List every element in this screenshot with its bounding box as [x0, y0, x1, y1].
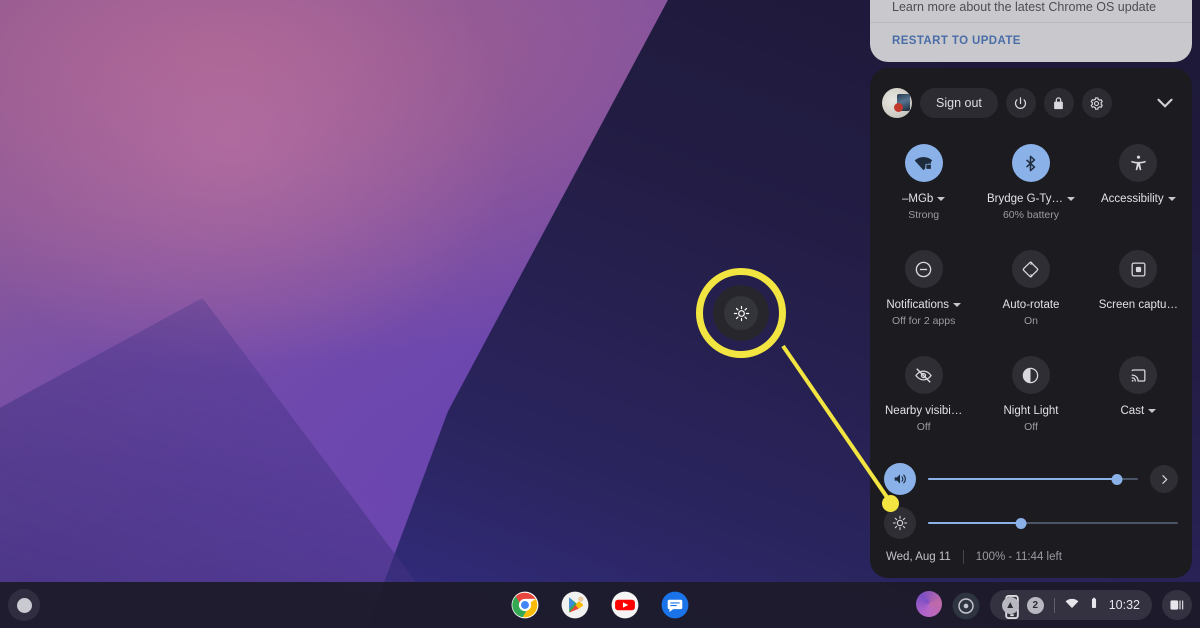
- lock-button[interactable]: [1043, 88, 1074, 118]
- tile-bluetooth[interactable]: Brydge G-Ty… 60% battery: [977, 134, 1084, 240]
- tile-sublabel: Off for 2 apps: [891, 315, 956, 327]
- tile-label: Screen captu…: [1099, 299, 1178, 311]
- nearby-share-off-icon: [904, 356, 943, 394]
- tile-label: Brydge G-Ty…: [986, 193, 1076, 205]
- tile-night-light[interactable]: Night Light Off: [977, 346, 1084, 452]
- volume-slider-track[interactable]: [928, 469, 1138, 489]
- power-button[interactable]: [1005, 88, 1036, 118]
- tile-nearby-visibility[interactable]: Nearby visibi… Off: [870, 346, 977, 452]
- slider-thumb[interactable]: [1111, 473, 1123, 485]
- annotation-icon-inner: [724, 296, 758, 330]
- annotation-endpoint-dot: [882, 495, 899, 512]
- tile-notifications[interactable]: Notifications Off for 2 apps: [870, 240, 977, 346]
- notification-count-badge[interactable]: 2: [1026, 596, 1044, 614]
- tray-divider: [1053, 597, 1055, 613]
- volume-slider-row: [870, 458, 1192, 500]
- tile-screen-capture[interactable]: Screen captu…: [1085, 240, 1192, 346]
- tile-label: Cast: [1121, 405, 1157, 417]
- brightness-slider-track[interactable]: [928, 513, 1178, 533]
- chevron-down-icon[interactable]: [1067, 197, 1076, 201]
- tile-label: Nearby visibi…: [885, 405, 962, 417]
- battery-status-label: 100% - 11:44 left: [975, 551, 1062, 563]
- tile-label: Auto-rotate: [1003, 299, 1060, 311]
- settings-button[interactable]: [1081, 88, 1112, 118]
- auto-rotate-icon: [1011, 250, 1050, 288]
- tile-label-text: Brydge G-Ty…: [986, 193, 1064, 205]
- tile-auto-rotate[interactable]: Auto-rotate On: [977, 240, 1084, 346]
- tile-label-text: Cast: [1120, 405, 1145, 417]
- wallpaper-picker-icon[interactable]: [916, 591, 942, 617]
- notification-title: Learn more about the latest Chrome OS up…: [892, 0, 1157, 14]
- tile-sublabel: 60% battery: [1002, 209, 1060, 221]
- wallpaper-glow: [0, 0, 540, 400]
- cast-icon: [1119, 356, 1158, 394]
- tile-label: –MGb: [902, 193, 946, 205]
- update-available-icon[interactable]: ▲: [1001, 596, 1019, 614]
- shelf-app-list: [511, 591, 689, 619]
- tile-label-text: Accessibility: [1101, 193, 1164, 205]
- battery-icon[interactable]: [1087, 596, 1101, 615]
- tile-label: Night Light: [1004, 405, 1059, 417]
- tile-accessibility[interactable]: Accessibility: [1085, 134, 1192, 240]
- tile-label-text: –MGb: [902, 193, 934, 205]
- quick-settings-footer: Wed, Aug 11 100% - 11:44 left: [870, 536, 1192, 578]
- notification-divider: [870, 22, 1192, 23]
- youtube-app-icon[interactable]: [611, 591, 639, 619]
- tile-cast[interactable]: Cast: [1085, 346, 1192, 452]
- chevron-down-icon[interactable]: [937, 197, 946, 201]
- restart-to-update-button[interactable]: RESTART TO UPDATE: [892, 35, 1021, 47]
- assistant-app-icon[interactable]: [952, 592, 980, 620]
- tile-label-text: Auto-rotate: [1002, 299, 1060, 311]
- night-light-icon: [1011, 356, 1050, 394]
- quick-settings-header: Sign out: [870, 68, 1192, 138]
- tile-sublabel: Off: [916, 421, 931, 433]
- tile-label-text: Night Light: [1003, 405, 1059, 417]
- overview-button[interactable]: [1162, 590, 1192, 620]
- tile-sublabel: Off: [1024, 421, 1038, 433]
- chrome-app-icon[interactable]: [511, 591, 539, 619]
- avatar[interactable]: [882, 88, 912, 118]
- launcher-icon: [16, 597, 32, 613]
- audio-settings-button[interactable]: [1150, 465, 1178, 493]
- tile-label-text: Notifications: [886, 299, 949, 311]
- tile-wifi[interactable]: –MGb Strong: [870, 134, 977, 240]
- tile-sublabel: Strong: [908, 209, 940, 221]
- tile-label-text: Screen captu…: [1098, 299, 1178, 311]
- date-label: Wed, Aug 11: [886, 551, 951, 563]
- play-store-app-icon[interactable]: [561, 591, 589, 619]
- bluetooth-icon: [1011, 144, 1050, 182]
- launcher-button[interactable]: [8, 589, 40, 621]
- quick-settings-panel: Sign out –MGb Strong Brydge G-Ty… 60% ba…: [870, 68, 1192, 578]
- chromeos-desktop: Learn more about the latest Chrome OS up…: [0, 0, 1200, 628]
- chevron-down-icon[interactable]: [1148, 409, 1157, 413]
- quick-settings-tiles: –MGb Strong Brydge G-Ty… 60% battery Acc…: [870, 134, 1192, 452]
- slider-thumb[interactable]: [1015, 517, 1026, 529]
- slider-fill: [928, 478, 1117, 480]
- chevron-down-icon[interactable]: [1152, 90, 1178, 116]
- screen-capture-icon: [1119, 250, 1158, 288]
- chevron-down-icon[interactable]: [952, 303, 961, 307]
- chevron-down-icon[interactable]: [1167, 197, 1176, 201]
- annotation-magnified-brightness-icon: [713, 285, 769, 341]
- accessibility-icon: [1119, 144, 1158, 182]
- messages-app-icon[interactable]: [661, 591, 689, 619]
- system-tray[interactable]: ▲ 2 10:32: [989, 590, 1152, 620]
- update-notification-card[interactable]: Learn more about the latest Chrome OS up…: [870, 0, 1192, 62]
- footer-divider: [962, 550, 964, 564]
- clock-label: 10:32: [1108, 598, 1140, 612]
- do-not-disturb-icon: [904, 250, 943, 288]
- volume-icon[interactable]: [884, 463, 916, 495]
- tile-label: Accessibility: [1101, 193, 1176, 205]
- slider-fill: [928, 522, 1021, 524]
- wifi-icon[interactable]: [1065, 596, 1079, 615]
- sign-out-button[interactable]: Sign out: [920, 88, 998, 118]
- shelf: ▲ 2 10:32: [0, 582, 1200, 628]
- tile-label: Notifications: [886, 299, 961, 311]
- tile-label-text: Nearby visibi…: [885, 405, 963, 417]
- wifi-locked-icon: [904, 144, 943, 182]
- tile-sublabel: On: [1023, 315, 1038, 327]
